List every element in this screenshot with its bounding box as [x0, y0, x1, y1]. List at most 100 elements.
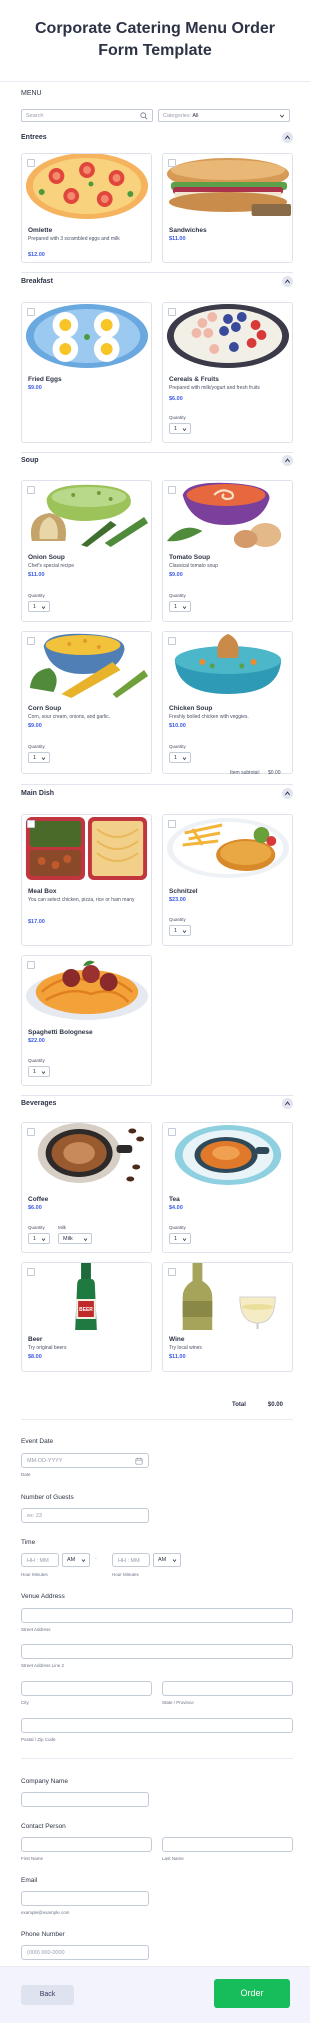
- product-checkbox[interactable]: [168, 1128, 176, 1136]
- zip-input[interactable]: [21, 1718, 293, 1733]
- milk-select[interactable]: Milk: [58, 1233, 92, 1244]
- product-name: Corn Soup: [28, 705, 62, 712]
- search-input[interactable]: Search: [21, 109, 153, 122]
- product-card-fried-eggs[interactable]: Fried Eggs $9.00: [21, 302, 152, 443]
- quantity-select[interactable]: 1: [169, 423, 191, 434]
- product-checkbox[interactable]: [168, 637, 176, 645]
- product-card-tea[interactable]: Tea $4.00 Quantity 1: [162, 1122, 293, 1253]
- state-input[interactable]: [162, 1681, 293, 1696]
- quantity-select[interactable]: 1: [169, 1233, 191, 1244]
- product-card-onion-soup[interactable]: Onion Soup Chef's special recipe $11.00 …: [21, 480, 152, 622]
- product-card-corn-soup[interactable]: Corn Soup Corn, sour cream, onions, and …: [21, 631, 152, 774]
- product-checkbox[interactable]: [168, 486, 176, 494]
- product-checkbox[interactable]: [27, 1128, 35, 1136]
- beer-image: BEER: [22, 1263, 151, 1330]
- schnitzel-image: [163, 815, 292, 882]
- product-checkbox[interactable]: [168, 820, 176, 828]
- last-name-input[interactable]: [162, 1837, 293, 1852]
- collapse-toggle[interactable]: [282, 1098, 293, 1109]
- collapse-toggle[interactable]: [282, 276, 293, 287]
- product-card-cereals[interactable]: Cereals & Fruits Prepared with milk/yogu…: [162, 302, 293, 443]
- product-card-coffee[interactable]: Coffee $6.00 Quantity 1 Milk Milk: [21, 1122, 152, 1253]
- time-end-input[interactable]: HH : MM: [112, 1553, 150, 1567]
- product-price: $23.00: [169, 897, 186, 903]
- collapse-toggle[interactable]: [282, 788, 293, 799]
- product-card-sandwiches[interactable]: Sandwiches $11.00: [162, 153, 293, 263]
- first-name-input[interactable]: [21, 1837, 152, 1852]
- form-header: Corporate Catering Menu Order Form Templ…: [0, 0, 310, 82]
- quantity-label: Quantity: [169, 593, 186, 598]
- product-card-spaghetti[interactable]: Spaghetti Bolognese $22.00 Quantity 1: [21, 955, 152, 1086]
- quantity-select[interactable]: 1: [28, 752, 50, 763]
- product-checkbox[interactable]: [27, 308, 35, 316]
- product-card-meal-box[interactable]: Meal Box You can select chicken, pizza, …: [21, 814, 152, 946]
- event-date-input[interactable]: MM-DD-YYYY: [21, 1453, 149, 1468]
- chevron-down-icon: [83, 1238, 88, 1242]
- quantity-select[interactable]: 1: [169, 752, 191, 763]
- email-input[interactable]: [21, 1891, 149, 1906]
- chevron-down-icon: [279, 114, 285, 118]
- category-header-main-dish[interactable]: Main Dish: [21, 788, 293, 800]
- street-address-2-input[interactable]: [21, 1644, 293, 1659]
- ampm-value: AM: [158, 1557, 167, 1563]
- quantity-select[interactable]: 1: [28, 601, 50, 612]
- total-value: $0.00: [267, 1402, 283, 1408]
- order-button[interactable]: Order: [214, 1979, 290, 2008]
- quantity-select[interactable]: 1: [169, 601, 191, 612]
- ampm-value: AM: [67, 1557, 76, 1563]
- product-card-schnitzel[interactable]: Schnitzel $23.00 Quantity 1: [162, 814, 293, 946]
- guests-label: Number of Guests: [21, 1494, 74, 1501]
- phone-input[interactable]: (000) 000-0000: [21, 1945, 149, 1960]
- product-card-omlette[interactable]: Omlette Prepared with 3 scrambled eggs a…: [21, 153, 152, 263]
- category-header-breakfast[interactable]: Breakfast: [21, 276, 293, 288]
- chevron-down-icon: [41, 1238, 46, 1242]
- product-checkbox[interactable]: [168, 308, 176, 316]
- product-card-beer[interactable]: BEER Beer Try original beers $8.00: [21, 1262, 152, 1372]
- category-header-beverages[interactable]: Beverages: [21, 1098, 293, 1110]
- event-date-sublabel: Date: [21, 1472, 31, 1477]
- category-header-soup[interactable]: Soup: [21, 455, 293, 467]
- chevron-down-icon: [41, 1071, 46, 1075]
- collapse-toggle[interactable]: [282, 132, 293, 143]
- product-checkbox[interactable]: [27, 159, 35, 167]
- product-card-chicken-soup[interactable]: Chicken Soup Freshly boiled chicken with…: [162, 631, 293, 774]
- calendar-icon[interactable]: [135, 1457, 143, 1465]
- search-placeholder: Search: [26, 113, 44, 119]
- company-input[interactable]: [21, 1792, 149, 1807]
- product-description: Chef's special recipe: [28, 563, 74, 569]
- product-checkbox[interactable]: [27, 961, 35, 969]
- product-checkbox[interactable]: [27, 820, 35, 828]
- category-header-entrees[interactable]: Entrees: [21, 132, 293, 144]
- product-checkbox[interactable]: [27, 637, 35, 645]
- product-checkbox[interactable]: [27, 1268, 35, 1276]
- quantity-select[interactable]: 1: [28, 1233, 50, 1244]
- time-end-ampm-select[interactable]: AM: [153, 1553, 181, 1567]
- product-card-tomato-soup[interactable]: Tomato Soup Classical tomato soup $9.00 …: [162, 480, 293, 622]
- quantity-select[interactable]: 1: [28, 1066, 50, 1077]
- product-checkbox[interactable]: [27, 486, 35, 494]
- product-price: $11.00: [169, 236, 186, 242]
- categories-select[interactable]: Categories: All: [158, 109, 290, 122]
- category-title: Entrees: [21, 134, 47, 141]
- back-button[interactable]: Back: [21, 1985, 74, 2005]
- product-description: Corn, sour cream, onions, and garlic.: [28, 714, 110, 720]
- collapse-toggle[interactable]: [282, 455, 293, 466]
- time-start-input[interactable]: HH : MM: [21, 1553, 59, 1567]
- product-checkbox[interactable]: [168, 159, 176, 167]
- chevron-down-icon: [182, 428, 187, 432]
- product-name: Schnitzel: [169, 888, 198, 895]
- time-start-ampm-select[interactable]: AM: [62, 1553, 90, 1567]
- category-divider: [21, 272, 293, 273]
- product-description: Classical tomato soup: [169, 563, 218, 569]
- guests-input[interactable]: ex: 23: [21, 1508, 149, 1523]
- search-icon: [140, 112, 148, 120]
- product-price: $4.00: [169, 1205, 183, 1211]
- product-card-wine[interactable]: Wine Try local wines $11.00: [162, 1262, 293, 1372]
- form-title-line-2: Form Template: [98, 42, 212, 59]
- product-checkbox[interactable]: [168, 1268, 176, 1276]
- city-input[interactable]: [21, 1681, 152, 1696]
- quantity-select[interactable]: 1: [169, 925, 191, 936]
- product-description: You can select chicken, pizza, rice or h…: [28, 897, 135, 903]
- event-date-label: Event Date: [21, 1438, 54, 1445]
- street-address-input[interactable]: [21, 1608, 293, 1623]
